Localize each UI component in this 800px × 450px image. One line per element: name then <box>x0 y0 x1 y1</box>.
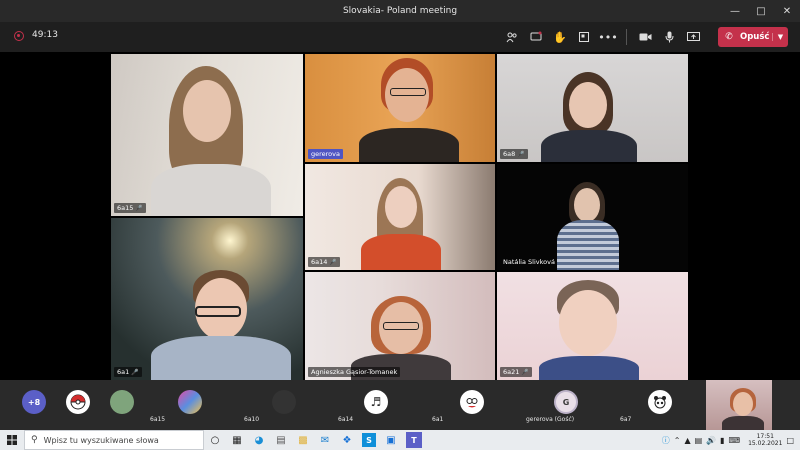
mic-icon: 🎤 <box>131 368 139 376</box>
leave-button[interactable]: ✆ Opuść ▼ <box>718 27 788 47</box>
search-placeholder: Wpisz tu wyszukiwane słowa <box>43 435 159 445</box>
overflow-participants-button[interactable]: +8 <box>22 390 46 414</box>
participant-label: 6a7 <box>620 416 632 423</box>
usb-icon[interactable]: ▲ <box>684 436 690 445</box>
system-tray: ⓘ ⌃ ▲ ▤ 🔊 ▮ ⌨ 17:51 15.02.2021 □ <box>662 430 794 450</box>
chevron-down-icon[interactable]: ▼ <box>772 33 788 41</box>
music-note-avatar: ♬ <box>364 390 388 414</box>
skype-icon[interactable]: S <box>362 433 376 447</box>
microphone-icon[interactable] <box>657 26 681 48</box>
mail-icon[interactable]: ✉ <box>314 430 336 450</box>
participant-name-tag: 6a14 🎤 <box>308 257 340 267</box>
video-stage: 6a15 🎤 gererova 6a8 🎤 6a14 🎤 Natália Sli… <box>0 52 800 380</box>
window-title: Slovakia- Poland meeting <box>342 6 458 16</box>
file-explorer-icon[interactable]: ▩ <box>292 430 314 450</box>
maximize-icon[interactable]: □ <box>748 0 774 22</box>
store-icon[interactable]: ▤ <box>270 430 292 450</box>
participant-label: 6a15 <box>150 416 166 423</box>
participant-label: 6a14 <box>338 416 354 423</box>
help-icon[interactable]: ⓘ <box>662 435 670 446</box>
participant-name-tag: gererova <box>308 149 343 159</box>
more-actions-icon[interactable]: ••• <box>596 26 620 48</box>
cartoon-avatar <box>460 390 484 414</box>
volume-icon[interactable]: 🔊 <box>706 436 716 445</box>
chat-icon[interactable] <box>524 26 548 48</box>
participant-name-tag: 6a8 🎤 <box>500 149 528 159</box>
participant-strip: +8 6a15 6a10 ♬ 6a14 6a1 G gererova (Gość… <box>0 380 800 430</box>
participant-name-tag: Agnieszka Gąsior-Tomanek <box>308 367 401 377</box>
notifications-icon[interactable]: □ <box>786 436 794 445</box>
chevron-up-icon[interactable]: ⌃ <box>674 436 681 445</box>
taskbar-search-box[interactable]: ⚲ Wpisz tu wyszukiwane słowa <box>24 430 204 450</box>
pokeball-avatar <box>66 390 90 414</box>
mic-icon: 🎤 <box>135 204 143 212</box>
close-icon[interactable]: ✕ <box>774 0 800 22</box>
panda-avatar <box>648 390 672 414</box>
mic-icon: 🎤 <box>329 258 337 266</box>
clock-date: 15.02.2021 <box>748 440 783 447</box>
task-view-icon[interactable]: ○ <box>204 430 226 450</box>
participant-name-tag: 6a1 🎤 <box>114 367 142 377</box>
clock-time: 17:51 <box>756 433 774 440</box>
meeting-actions: ✋ ••• <box>500 26 705 48</box>
participant-label: 6a1 <box>432 416 444 423</box>
dropbox-icon[interactable]: ❖ <box>336 430 358 450</box>
participant-avatar <box>272 390 296 414</box>
participant-label: gererova (Gość) <box>526 416 575 423</box>
meeting-toolbar: 49:13 ✋ ••• ✆ Opuść ▼ <box>0 22 800 52</box>
window-controls: — □ ✕ <box>722 0 800 22</box>
video-tile[interactable]: Agnieszka Gąsior-Tomanek <box>305 272 495 380</box>
network-icon[interactable]: ▤ <box>695 436 703 445</box>
participant-initial-avatar: G <box>554 390 578 414</box>
raise-hand-icon[interactable]: ✋ <box>548 26 572 48</box>
participant-name-tag: 6a21 🎤 <box>500 367 532 377</box>
recording-icon <box>14 31 24 41</box>
video-tile[interactable]: 6a15 🎤 <box>111 54 303 216</box>
mic-icon: 🎤 <box>517 150 525 158</box>
meeting-timer: 49:13 <box>32 30 58 40</box>
edge-icon[interactable]: ◕ <box>248 430 270 450</box>
video-tile[interactable]: 6a1 🎤 <box>111 218 303 380</box>
participants-icon[interactable] <box>500 26 524 48</box>
minimize-icon[interactable]: — <box>722 0 748 22</box>
participant-name-tag: 6a15 🎤 <box>114 203 146 213</box>
toolbar-divider <box>626 29 627 45</box>
window-titlebar: Slovakia- Poland meeting — □ ✕ <box>0 0 800 22</box>
windows-start-icon[interactable] <box>0 430 24 450</box>
mic-icon: 🎤 <box>521 368 529 376</box>
photos-icon[interactable]: ▣ <box>380 430 402 450</box>
self-view-video[interactable] <box>706 380 772 430</box>
participant-avatar <box>110 390 134 414</box>
video-tile[interactable]: gererova <box>305 54 495 162</box>
video-tile[interactable]: 6a8 🎤 <box>497 54 688 162</box>
camera-icon[interactable] <box>633 26 657 48</box>
clock[interactable]: 17:51 15.02.2021 <box>748 433 782 447</box>
video-tile[interactable]: Natália Slivková <box>497 164 688 270</box>
task-view-icon[interactable]: ▦ <box>226 430 248 450</box>
video-tile[interactable]: 6a21 🎤 <box>497 272 688 380</box>
search-icon: ⚲ <box>31 435 38 445</box>
video-tile[interactable]: 6a14 🎤 <box>305 164 495 270</box>
hang-up-icon: ✆ <box>725 32 733 42</box>
leave-label: Opuść <box>740 32 770 42</box>
keyboard-icon[interactable]: ⌨ <box>729 436 741 445</box>
participant-label: 6a10 <box>244 416 260 423</box>
participant-name-tag: Natália Slivková <box>503 258 555 266</box>
participant-avatar <box>178 390 202 414</box>
teams-icon[interactable]: T <box>406 432 422 448</box>
breakout-rooms-icon[interactable] <box>572 26 596 48</box>
windows-taskbar: ⚲ Wpisz tu wyszukiwane słowa ○ ▦ ◕ ▤ ▩ ✉… <box>0 430 800 450</box>
battery-icon[interactable]: ▮ <box>720 436 724 445</box>
share-screen-icon[interactable] <box>681 26 705 48</box>
